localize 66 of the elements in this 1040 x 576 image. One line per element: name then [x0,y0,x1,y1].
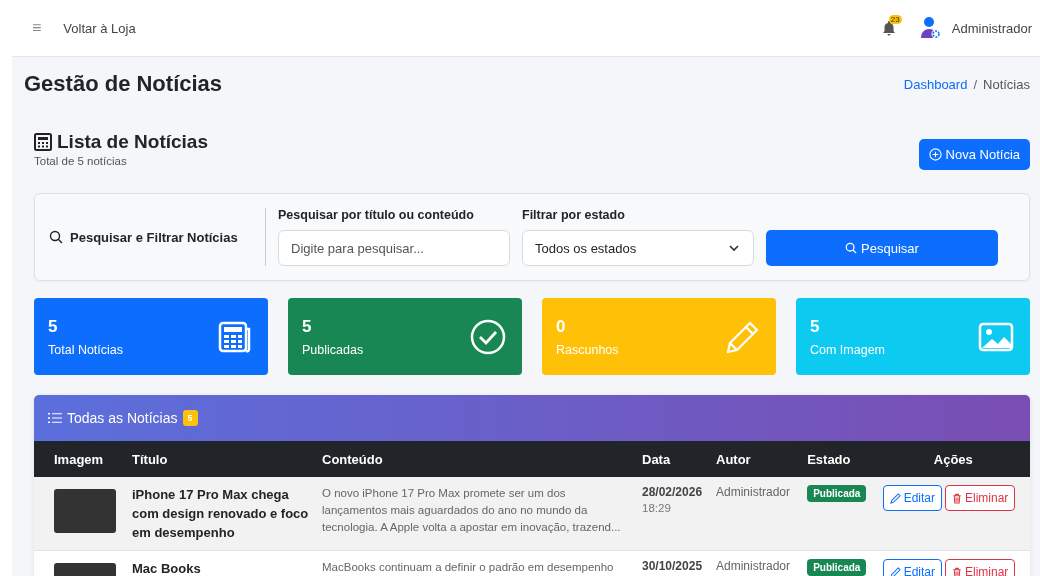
news-date: 28/02/2026 [642,485,704,499]
list-title: Lista de Notícias [57,131,208,153]
image-icon [978,321,1014,352]
delete-button[interactable]: Eliminar [945,485,1016,511]
breadcrumb-item: Notícias [983,76,1030,92]
news-excerpt: O novo iPhone 17 Pro Max promete ser um dos lançamentos mais aguardados do ano no mundo da tecnologia. A Apple volta a apostar em inovação, trazend... [322,486,622,535]
search-icon [49,230,63,244]
stat-value: 0 [556,316,567,337]
table-title: Todas as Notícias [67,410,178,426]
column-header: Título [126,441,316,477]
list-subtitle: Total de 5 notícias [34,155,128,167]
search-icon [845,242,858,254]
column-header: Estado [801,441,877,477]
bell-icon[interactable] [881,20,896,36]
stat-value: 5 [302,316,313,337]
search-label: Pesquisar por título ou conteúdo [278,208,475,222]
pencil-icon [726,319,760,354]
column-header: Data [636,441,710,477]
author-name: Administrador [716,559,791,573]
new-news-button[interactable]: Nova Notícia [918,139,1030,170]
search-field[interactable]: Digite para pesquisar... [278,230,510,266]
breadcrumb-item[interactable]: Dashboard [903,76,968,92]
trash-icon [952,492,962,504]
stat-value: 5 [48,316,59,337]
user-name[interactable]: Administrador [951,20,1032,36]
stat-label: Total Notícias [48,342,124,357]
column-header: Imagem [34,441,126,477]
edit-button[interactable]: Editar [882,559,942,576]
filter-title: Pesquisar e Filtrar Notícias [70,229,238,245]
news-title: iPhone 17 Pro Max chega com design renovado e foco em desempenho [132,486,310,542]
column-header: Autor [710,441,802,477]
author-name: Administrador [716,485,791,499]
breadcrumb-separator: / [973,76,978,92]
user-settings-icon[interactable] [919,16,942,40]
stat-value: 5 [810,316,821,337]
newspaper-icon [218,320,252,353]
stat-label: Rascunhos [556,342,619,357]
news-date: 30/10/2025 [642,559,704,573]
stat-label: Publicadas [302,342,364,357]
news-title: Mac Books [132,560,202,576]
news-excerpt: MacBooks continuam a definir o padrão em desempenho [322,560,615,575]
back-link[interactable]: Voltar à Loja [63,20,136,36]
menu-icon[interactable]: ≡ [32,19,42,37]
table-icon [34,133,52,151]
stat-label: Com Imagem [810,342,886,357]
edit-button[interactable]: Editar [882,485,942,511]
photo-placeholder [54,489,116,533]
status-badge: Publicada [807,485,867,502]
page-title: Gestão de Notícias [24,71,223,97]
status-badge: Publicada [807,559,867,576]
pencil-icon [889,566,901,576]
column-header: Conteúdo [316,441,636,477]
notification-badge: 23 [888,15,902,24]
count-badge: 5 [182,410,198,426]
chevron-down-icon [729,244,739,252]
trash-icon [952,566,962,576]
status-dropdown[interactable]: Todos os estados [522,230,754,266]
check-circle-icon [470,318,506,355]
delete-button[interactable]: Eliminar [945,559,1016,576]
pencil-icon [889,492,901,504]
status-label: Filtrar por estado [522,208,626,222]
column-header: Ações [876,441,1030,477]
list-icon [48,412,62,424]
news-time: 18:29 [642,502,672,514]
plus-circle-icon [928,148,942,161]
search-button[interactable]: Pesquisar [766,230,998,266]
